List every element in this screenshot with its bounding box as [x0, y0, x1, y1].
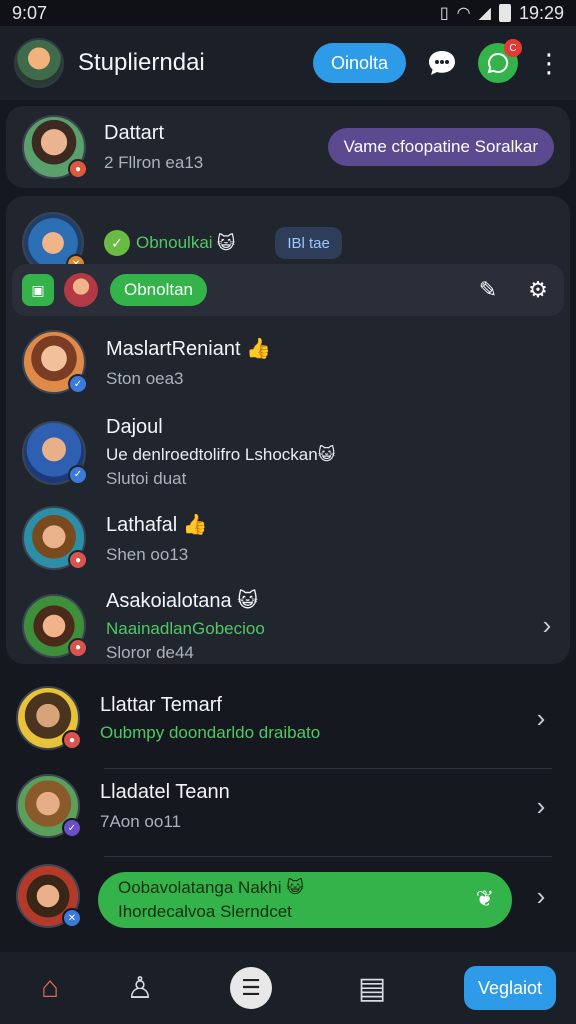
signal-icon: ◢ [478, 5, 491, 22]
check-icon: ✓ [104, 230, 130, 256]
verified-badge: ✕ [62, 908, 82, 928]
list-item[interactable]: ✓ Lladatel Teann 7Aon oo11 › [16, 774, 556, 838]
verified-badge: ✓ [68, 374, 88, 394]
status-badge: ● [62, 730, 82, 750]
pinned-pill-button[interactable]: Vame cfoopatine Soralkar [327, 128, 554, 166]
list-item[interactable]: ✓ Dajoul Ue denlroedtolifro Lshockan😺 Sl… [22, 416, 562, 489]
avatar: ● [22, 593, 88, 658]
banner-sub: Ihordecalvoa Slerndcet [118, 902, 292, 921]
app-title: Stuplierndai [78, 49, 205, 76]
status-bar: 9:07 ▯ ◠ ◢ 19:29 [0, 0, 576, 26]
whatsapp-icon[interactable]: C [478, 39, 522, 83]
thumbs-up-icon: 👍 [246, 337, 271, 360]
notification-badge: C [504, 39, 522, 57]
chat-list: ● Dattart 2 Fllron ea13 Vame cfoopatine … [0, 100, 576, 952]
wifi-icon: ◠ [456, 5, 471, 22]
chat-bubble-icon[interactable] [422, 43, 462, 83]
chat-preview: Oubmpy doondarldo draibato [100, 722, 321, 742]
chat-sub: 2 Fllron ea13 [104, 152, 204, 172]
list-item[interactable]: ✓ MaslartReniant 👍 Ston oea3 [22, 330, 562, 394]
header-action-button[interactable]: Oinolta [312, 43, 406, 83]
chat-name: MaslartReniant [106, 337, 241, 360]
emoji-icon: 😺 [237, 590, 259, 612]
app-avatar[interactable] [14, 38, 64, 88]
leaf-icon[interactable]: ❦ [476, 886, 494, 912]
chat-sub: Slutoi duat [106, 469, 187, 488]
chat-preview: NaainadlanGobecioo [106, 619, 265, 638]
banner-title: Oobavolatanga Nakhi [118, 878, 282, 897]
edit-icon[interactable]: ✎ [472, 277, 504, 303]
pinned-chat[interactable]: ● Dattart 2 Fllron ea13 Vame cfoopatine … [6, 106, 570, 188]
menu-icon[interactable]: ☰ [230, 967, 272, 1009]
chat-sub: Shen oo13 [106, 544, 189, 564]
chat-name: Dajoul [106, 416, 163, 438]
home-icon[interactable]: ⌂ [20, 971, 80, 1005]
avatar: ● [22, 115, 88, 179]
chat-sub: Sloror de44 [106, 643, 194, 662]
emoji-icon: 😺 [216, 232, 236, 253]
emoji-icon: 😺 [286, 878, 304, 897]
emoji-icon: 😺 [317, 445, 336, 464]
chat-name: Lathafal [106, 513, 178, 536]
list-item[interactable]: ● Lathafal 👍 Shen oo13 [22, 506, 562, 570]
status-clock: 19:29 [518, 2, 564, 23]
chat-sub: Ston oea3 [106, 368, 184, 388]
store-icon[interactable]: ▣ [22, 274, 54, 306]
thumbs-up-icon: 👍 [182, 513, 208, 536]
status-badge: ● [68, 159, 88, 179]
app-header: Stuplierndai Oinolta C ⋮ [0, 26, 576, 100]
battery-icon [498, 4, 511, 22]
chevron-right-icon[interactable]: › [532, 610, 562, 641]
verified-badge: ✓ [68, 464, 88, 485]
status-time: 9:07 [12, 2, 48, 23]
list-item[interactable]: ● Asakoialotana 😺 NaainadlanGobecioo Slo… [22, 588, 562, 663]
message-banner[interactable]: Oobavolatanga Nakhi 😺 Ihordecalvoa Slern… [98, 872, 512, 928]
group-action-row: ▣ Obnoltan ✎ ⚙ [12, 264, 564, 316]
list-item[interactable]: ● Llattar Temarf Oubmpy doondarldo draib… [16, 686, 556, 750]
group-chip[interactable]: IBl tae [275, 227, 342, 259]
group-name: Obnoulkai [136, 233, 213, 252]
bottom-nav: ⌂ ♙ ☰ ▤ Veglaiot [0, 952, 576, 1024]
avatar: ● [22, 506, 88, 570]
group-card: ✕ ✓ Obnoulkai 😺 IBl tae ▣ Obnoltan ✎ ⚙ ✓… [6, 196, 570, 664]
avatar: ● [16, 686, 82, 750]
avatar: ✓ [16, 774, 82, 838]
status-icons: ▯ ◠ ◢ 19:29 [440, 3, 564, 24]
settings-icon[interactable]: ⚙ [522, 277, 554, 303]
vibrate-icon: ▯ [439, 5, 449, 22]
avatar: ✕ [16, 864, 82, 928]
chat-name: Lladatel Teann [100, 780, 230, 803]
profile-icon[interactable]: ♙ [110, 971, 170, 1006]
chat-sub: 7Aon oo11 [100, 811, 181, 831]
status-badge: ● [68, 550, 88, 570]
chat-name: Asakoialotana [106, 590, 232, 612]
divider [104, 856, 552, 857]
group-action-pill[interactable]: Obnoltan [110, 274, 207, 306]
clipboard-icon[interactable]: ▤ [342, 971, 402, 1006]
avatar [64, 273, 98, 307]
bottom-cta-button[interactable]: Veglaiot [463, 966, 556, 1010]
chevron-right-icon[interactable]: › [526, 881, 556, 912]
chevron-right-icon[interactable]: › [526, 703, 556, 734]
status-badge: ● [68, 637, 88, 658]
verified-badge: ✓ [62, 818, 82, 838]
divider [104, 768, 552, 769]
more-icon[interactable]: ⋮ [536, 48, 562, 79]
chat-preview: Ue denlroedtolifro Lshockan [106, 445, 318, 464]
avatar: ✓ [22, 330, 88, 394]
chat-name: Llattar Temarf [100, 693, 222, 716]
chevron-right-icon[interactable]: › [526, 791, 556, 822]
avatar: ✓ [22, 420, 88, 485]
chat-name: Dattart [104, 121, 165, 144]
